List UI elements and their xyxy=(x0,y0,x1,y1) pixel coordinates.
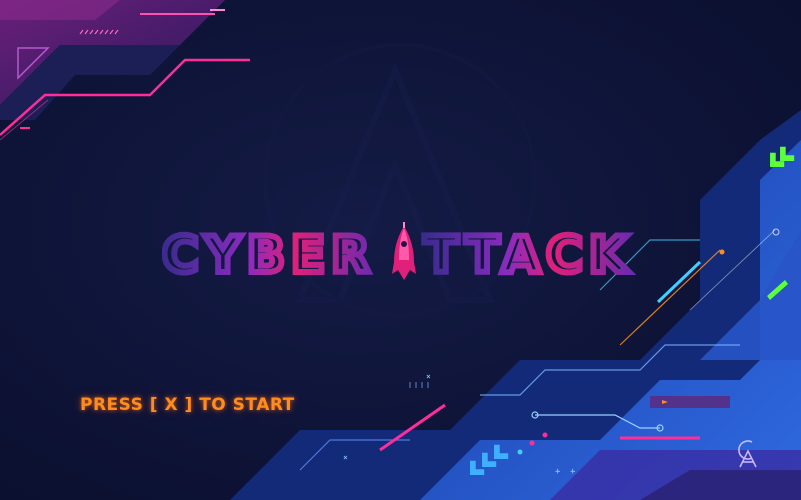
title-right-text: TTACK xyxy=(424,226,634,284)
title-left-text: CYBER xyxy=(162,226,376,284)
game-title: CYBER TTACK xyxy=(159,222,642,287)
rocket-icon xyxy=(392,222,416,280)
press-start-prompt[interactable]: PRESS [ X ] TO START xyxy=(80,395,295,415)
svg-text:+: + xyxy=(555,467,561,477)
title-screen: × × + + CYBER TTACK PRESS [X] TO START xyxy=(0,0,801,500)
svg-text:×: × xyxy=(426,372,431,381)
svg-text:×: × xyxy=(343,453,348,462)
svg-text:+: + xyxy=(570,467,576,477)
